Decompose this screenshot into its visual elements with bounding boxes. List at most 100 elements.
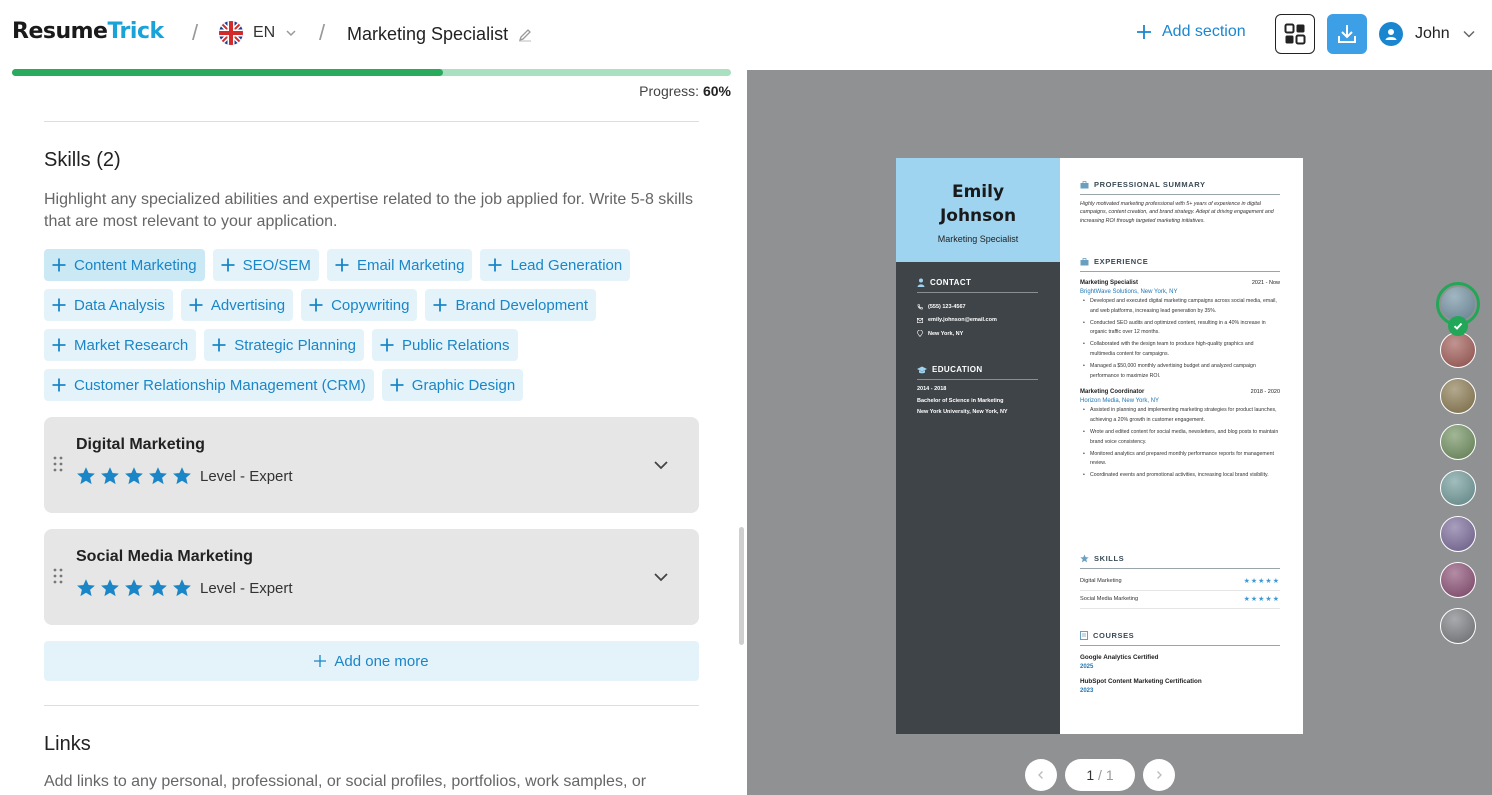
skill-card[interactable]: Social Media Marketing Level - Expert bbox=[44, 529, 699, 625]
resume-summary-section: PROFESSIONAL SUMMARY Highly motivated ma… bbox=[1080, 180, 1280, 225]
chevron-down-icon bbox=[1463, 30, 1475, 38]
resume-experience-section: EXPERIENCE Marketing Specialist 2021 - No… bbox=[1080, 257, 1280, 481]
resume-job: Marketing Coordinator 2018 - 2020 Horizon … bbox=[1080, 389, 1280, 481]
resume-first-name: Emily bbox=[951, 182, 1005, 202]
drag-handle-icon[interactable] bbox=[52, 455, 64, 473]
progress-fill bbox=[12, 69, 444, 76]
top-bar: ResumeTrick / EN / Marketing Specialist … bbox=[0, 0, 1492, 70]
plus-icon bbox=[433, 298, 447, 312]
resume-courses-section: COURSES Google Analytics Certified 2025 Hu… bbox=[1080, 631, 1280, 694]
color-swatch[interactable] bbox=[1440, 424, 1476, 460]
chevron-down-icon[interactable] bbox=[653, 569, 669, 585]
resume-page[interactable]: Emily Johnson Marketing Specialist CONTAC… bbox=[896, 158, 1303, 734]
language-selector[interactable]: EN bbox=[219, 21, 297, 45]
star-icon[interactable] bbox=[100, 578, 120, 598]
add-one-more-button[interactable]: Add one more bbox=[44, 641, 699, 681]
briefcase-icon bbox=[1080, 180, 1089, 188]
next-page-button[interactable] bbox=[1143, 759, 1175, 791]
skill-suggestion-chip[interactable]: Brand Development bbox=[425, 289, 597, 321]
download-button[interactable] bbox=[1327, 14, 1367, 54]
skill-suggestion-chip[interactable]: Customer Relationship Management (CRM) bbox=[44, 369, 374, 401]
plus-icon bbox=[309, 298, 323, 312]
email-icon bbox=[917, 317, 923, 323]
plus-icon bbox=[1137, 25, 1151, 39]
skill-suggestions: Content Marketing SEO/SEM Email Marketing L… bbox=[44, 249, 704, 401]
resume-contact-section: CONTACT (555) 123-4567 emily.johnson@ema… bbox=[917, 278, 1038, 337]
star-icon[interactable] bbox=[172, 578, 192, 598]
skill-rating[interactable]: Level - Expert bbox=[76, 466, 293, 486]
color-swatch[interactable] bbox=[1440, 378, 1476, 414]
previous-page-button[interactable] bbox=[1025, 759, 1057, 791]
links-section-title: Links bbox=[44, 733, 91, 755]
plus-icon bbox=[52, 298, 66, 312]
resume-bullet: Assisted in planning and implementing ma… bbox=[1080, 406, 1280, 426]
skill-suggestion-chip[interactable]: Content Marketing bbox=[44, 249, 205, 281]
skill-suggestion-chip[interactable]: Copywriting bbox=[301, 289, 418, 321]
skill-suggestion-chip[interactable]: Data Analysis bbox=[44, 289, 173, 321]
skill-level-text: Level - Expert bbox=[200, 579, 293, 597]
color-swatch[interactable] bbox=[1440, 470, 1476, 506]
skill-suggestion-label: SEO/SEM bbox=[242, 256, 311, 274]
star-icon bbox=[1080, 554, 1089, 563]
document-title[interactable]: Marketing Specialist bbox=[347, 24, 532, 45]
skill-suggestion-label: Advertising bbox=[210, 296, 286, 314]
logo[interactable]: ResumeTrick bbox=[12, 19, 164, 44]
skill-suggestion-label: Email Marketing bbox=[356, 256, 465, 274]
skill-suggestion-chip[interactable]: SEO/SEM bbox=[212, 249, 319, 281]
star-icon[interactable] bbox=[124, 466, 144, 486]
plus-icon bbox=[189, 298, 203, 312]
star-icon[interactable] bbox=[124, 578, 144, 598]
resume-header: Emily Johnson Marketing Specialist bbox=[896, 158, 1060, 262]
color-swatch[interactable] bbox=[1440, 332, 1476, 368]
download-icon bbox=[1338, 25, 1356, 43]
skill-suggestion-chip[interactable]: Graphic Design bbox=[381, 369, 524, 401]
plus-icon bbox=[314, 655, 327, 667]
star-icon[interactable] bbox=[172, 466, 192, 486]
color-swatch[interactable] bbox=[1440, 516, 1476, 552]
divider bbox=[44, 705, 699, 706]
briefcase-icon bbox=[1080, 257, 1089, 265]
skill-suggestion-chip[interactable]: Public Relations bbox=[371, 329, 518, 361]
resume-skill-row: Social Media Marketing ★★★★★ bbox=[1080, 591, 1280, 609]
skill-level-text: Level - Expert bbox=[200, 467, 293, 485]
skill-suggestion-label: Graphic Design bbox=[411, 376, 516, 394]
separator: / bbox=[192, 20, 199, 45]
star-icon[interactable] bbox=[100, 466, 120, 486]
skill-suggestion-label: Strategic Planning bbox=[234, 336, 356, 354]
skill-rating[interactable]: Level - Expert bbox=[76, 578, 293, 598]
resume-bullet: Coordinated events and promotional activ… bbox=[1080, 471, 1280, 481]
person-icon bbox=[917, 278, 925, 287]
skills-description: Highlight any specialized abilities and … bbox=[44, 191, 693, 230]
progress-label: Progress: 60% bbox=[639, 83, 731, 99]
resume-bullet: Developed and executed digital marketing… bbox=[1080, 297, 1280, 317]
resume-education-section: EDUCATION 2014 - 2018 Bachelor of Scienc… bbox=[917, 365, 1038, 415]
star-icon[interactable] bbox=[148, 466, 168, 486]
star-icon[interactable] bbox=[76, 578, 96, 598]
phone-icon bbox=[917, 304, 923, 310]
plus-icon bbox=[221, 258, 235, 272]
skill-suggestion-chip[interactable]: Email Marketing bbox=[326, 249, 473, 281]
resume-bullet: Wrote and edited content for social medi… bbox=[1080, 428, 1280, 448]
skill-suggestion-chip[interactable]: Lead Generation bbox=[480, 249, 631, 281]
skill-suggestion-chip[interactable]: Advertising bbox=[180, 289, 294, 321]
progress-bar bbox=[12, 69, 731, 76]
chevron-down-icon[interactable] bbox=[653, 457, 669, 473]
star-icon[interactable] bbox=[148, 578, 168, 598]
layout-button[interactable] bbox=[1275, 14, 1315, 54]
skill-suggestion-chip[interactable]: Strategic Planning bbox=[204, 329, 364, 361]
resume-bullet: Managed a $50,000 monthly advertising bu… bbox=[1080, 362, 1280, 382]
editor-scrollbar[interactable] bbox=[739, 527, 744, 645]
skill-suggestion-label: Brand Development bbox=[455, 296, 589, 314]
color-swatch[interactable] bbox=[1440, 562, 1476, 598]
add-section-button[interactable]: Add section bbox=[1136, 23, 1246, 41]
pencil-icon[interactable] bbox=[518, 28, 532, 42]
user-menu[interactable]: John bbox=[1379, 22, 1476, 46]
star-icon[interactable] bbox=[76, 466, 96, 486]
skill-card[interactable]: Digital Marketing Level - Expert bbox=[44, 417, 699, 513]
skill-suggestion-chip[interactable]: Market Research bbox=[44, 329, 197, 361]
color-swatch[interactable] bbox=[1440, 608, 1476, 644]
skills-section-title: Skills (2) bbox=[44, 149, 121, 171]
user-name: John bbox=[1415, 25, 1450, 42]
drag-handle-icon[interactable] bbox=[52, 567, 64, 585]
plus-icon bbox=[52, 338, 66, 352]
